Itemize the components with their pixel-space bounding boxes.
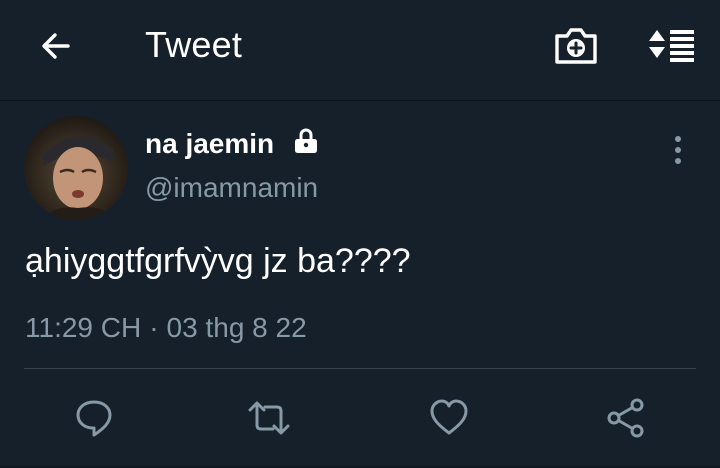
- sort-button[interactable]: [645, 24, 697, 66]
- top-app-bar: Tweet: [0, 0, 720, 101]
- author-handle[interactable]: @imamnamin: [145, 172, 318, 204]
- camera-add-icon: [555, 28, 597, 64]
- tweet-date: 03 thg 8 22: [166, 312, 307, 343]
- like-button[interactable]: [426, 396, 472, 440]
- author-avatar[interactable]: [24, 116, 128, 220]
- retweet-button[interactable]: [246, 396, 292, 440]
- avatar-photo: [24, 116, 128, 220]
- tweet-time: 11:29 CH: [25, 312, 142, 343]
- retweet-icon: [248, 401, 290, 435]
- reply-button[interactable]: [71, 396, 117, 440]
- back-button[interactable]: [34, 26, 78, 66]
- more-vertical-icon: [675, 136, 681, 164]
- share-icon: [607, 398, 644, 438]
- author-name[interactable]: na jaemin: [145, 128, 274, 160]
- divider: [24, 368, 696, 369]
- arrow-left-icon: [42, 33, 70, 59]
- like-icon: [430, 399, 468, 435]
- camera-button[interactable]: [553, 24, 599, 66]
- tweet-timestamp[interactable]: 11:29 CH · 03 thg 8 22: [25, 312, 307, 344]
- page-title: Tweet: [145, 24, 243, 65]
- share-button[interactable]: [603, 396, 649, 440]
- reply-icon: [76, 400, 112, 437]
- meta-separator: ·: [149, 312, 159, 343]
- tweet-text: ạhiyggtfgrfvỳvg jz ba????: [25, 242, 411, 280]
- lock-icon: [295, 128, 317, 153]
- sort-list-icon: [649, 30, 694, 62]
- more-options-button[interactable]: [664, 134, 692, 166]
